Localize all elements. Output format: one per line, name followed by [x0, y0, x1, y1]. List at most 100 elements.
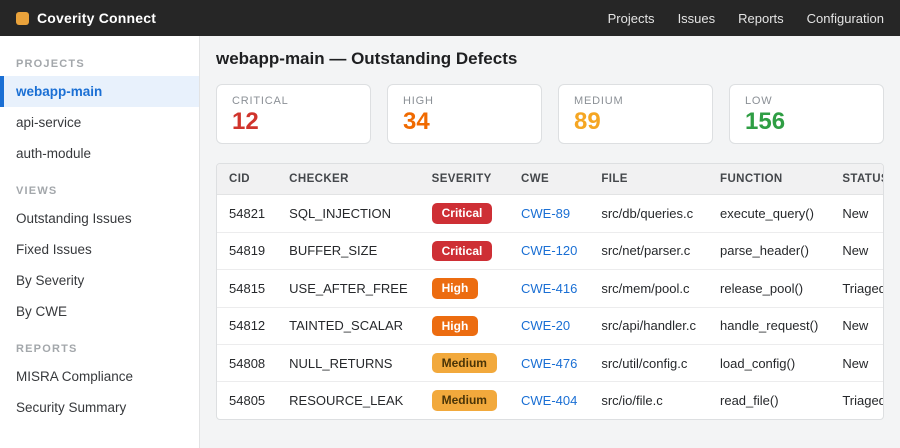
cell-cid: 54805 [229, 393, 266, 409]
sidebar-item-security-summary[interactable]: Security Summary [0, 392, 199, 423]
cell-severity: High [419, 269, 509, 308]
table-row[interactable]: 54812 TAINTED_SCALAR High CWE-20 src/api/han… [217, 307, 883, 345]
cell-function: parse_header() [708, 232, 831, 271]
sidebar-item-misra-compliance[interactable]: MISRA Compliance [0, 361, 199, 392]
sidebar-section-title-views: VIEWS [16, 185, 58, 197]
stat-card-critical: CRITICAL 12 [216, 84, 371, 145]
sidebar-item-fixed-issues[interactable]: Fixed Issues [0, 234, 199, 265]
table-row[interactable]: 54805 RESOURCE_LEAK Medium CWE-404 src/io/fi… [217, 382, 884, 419]
stat-value: 12 [232, 108, 259, 135]
cell-file: src/util/config.c [589, 344, 709, 383]
cell-cwe: CWE-89 [508, 194, 590, 233]
defects-table-wrap: CIDCHECKERSEVERITYCWEFILEFUNCTIONSTATUS … [216, 163, 884, 420]
cwe-link[interactable]: CWE-416 [521, 281, 577, 296]
cell-cwe: CWE-404 [509, 382, 589, 419]
stat-cards: CRITICAL 12 HIGH 34 MEDIUM 89 LOW 156 [216, 84, 884, 145]
cell-status: Triaged [830, 269, 883, 308]
cell-cid: 54821 [217, 194, 278, 233]
sidebar-section-title-reports: REPORTS [16, 343, 78, 355]
cell-severity: Medium [420, 382, 509, 419]
cell-file: src/io/file.c [601, 393, 663, 409]
cell-cwe: CWE-476 [508, 344, 590, 383]
cell-checker: TAINTED_SCALAR [277, 307, 420, 345]
table-row[interactable]: 54819 BUFFER_SIZE Critical CWE-120 src/net/p… [217, 232, 883, 271]
cell-severity: Critical [419, 232, 509, 271]
cell-checker: SQL_INJECTION [277, 194, 420, 233]
defects-table: CIDCHECKERSEVERITYCWEFILEFUNCTIONSTATUS … [217, 164, 884, 419]
cwe-link[interactable]: CWE-20 [521, 318, 570, 333]
cell-cid: 54812 [217, 307, 278, 345]
cell-status: New [830, 232, 883, 271]
sidebar-section-views: VIEWS Outstanding Issues Fixed Issues By Se… [0, 177, 199, 327]
sidebar-item-api-service[interactable]: api-service [0, 107, 199, 138]
table-row[interactable]: 54821 SQL_INJECTION Critical CWE-89 src/db/q… [217, 194, 883, 233]
sidebar-item-by-severity[interactable]: By Severity [0, 265, 199, 296]
cell-severity: Medium [419, 344, 509, 383]
sidebar: PROJECTS webapp-main api-service auth-modul… [0, 36, 200, 448]
cell-function: execute_query() [708, 194, 831, 233]
cell-checker: NULL_RETURNS [277, 344, 420, 383]
sidebar-item-by-cwe[interactable]: By CWE [0, 296, 199, 327]
stat-value: 156 [745, 108, 786, 135]
brand-name: Coverity Connect [37, 10, 157, 26]
stat-label: MEDIUM [574, 95, 624, 107]
stat-card-high: HIGH 34 [387, 84, 542, 145]
topnav-item-configuration[interactable]: Configuration [807, 11, 884, 26]
topbar: Coverity Connect Projects Issues Reports Co… [0, 0, 900, 36]
main-content: webapp-main — Outstanding Defects CRITIC… [200, 36, 900, 448]
stat-card-low: LOW 156 [729, 84, 884, 145]
header-row: CIDCHECKERSEVERITYCWEFILEFUNCTIONSTATUS [217, 164, 883, 196]
severity-badge: Critical [431, 203, 493, 224]
cwe-link[interactable]: CWE-89 [521, 206, 570, 221]
severity-badge: High [431, 315, 479, 336]
cell-function: release_pool() [708, 269, 831, 308]
table-row[interactable]: 54808 NULL_RETURNS Medium CWE-476 src/util/c… [217, 344, 883, 383]
cell-status: New [830, 307, 883, 345]
cell-checker: BUFFER_SIZE [277, 232, 420, 271]
cwe-link[interactable]: CWE-404 [521, 393, 577, 408]
topnav-item-reports[interactable]: Reports [738, 11, 784, 26]
cell-status: Triaged [842, 393, 884, 409]
cell-status: New [830, 194, 883, 233]
cell-cid: 54808 [217, 344, 278, 383]
brand: Coverity Connect [16, 10, 156, 26]
stat-value: 34 [403, 108, 430, 135]
column-header-cid: CID [217, 164, 278, 196]
cell-cwe: CWE-416 [508, 269, 590, 308]
column-header-severity: SEVERITY [419, 164, 509, 196]
severity-badge: Medium [431, 352, 497, 374]
cell-function: handle_request() [708, 307, 831, 345]
cell-function: load_config() [708, 344, 831, 383]
severity-badge: Critical [431, 240, 493, 262]
sidebar-item-webapp-main[interactable]: webapp-main [0, 76, 199, 107]
stat-value: 89 [574, 108, 601, 135]
sidebar-item-outstanding-issues[interactable]: Outstanding Issues [0, 203, 199, 234]
cwe-link[interactable]: CWE-476 [521, 356, 577, 371]
stat-label: HIGH [403, 95, 434, 107]
layout: PROJECTS webapp-main api-service auth-modul… [0, 36, 900, 448]
defects-table-head: CIDCHECKERSEVERITYCWEFILEFUNCTIONSTATUS [217, 164, 883, 196]
column-header-function: FUNCTION [708, 164, 831, 196]
sidebar-section-projects: PROJECTS webapp-main api-service auth-modul… [0, 50, 199, 169]
cell-checker: RESOURCE_LEAK [289, 393, 404, 409]
cell-cid: 54815 [217, 269, 278, 308]
sidebar-section-reports: REPORTS MISRA Compliance Security Summary [0, 335, 199, 423]
stat-label: LOW [745, 95, 773, 107]
stat-label: CRITICAL [232, 95, 289, 107]
sidebar-item-auth-module[interactable]: auth-module [0, 138, 199, 169]
cell-cid: 54819 [217, 232, 278, 271]
severity-badge: High [431, 278, 479, 299]
sidebar-section-title-projects: PROJECTS [16, 58, 85, 70]
topnav: Projects Issues Reports Configuration [608, 11, 884, 26]
severity-badge: Medium [431, 390, 497, 411]
cwe-link[interactable]: CWE-120 [521, 243, 577, 258]
topnav-item-projects[interactable]: Projects [608, 11, 655, 26]
topnav-item-issues[interactable]: Issues [678, 11, 716, 26]
cell-severity: High [419, 307, 509, 345]
defects-table-body: 54821 SQL_INJECTION Critical CWE-89 src/db/q… [217, 194, 884, 419]
cell-severity: Critical [419, 194, 509, 233]
cell-cwe: CWE-20 [508, 307, 590, 345]
brand-logo-icon [16, 11, 29, 25]
table-row[interactable]: 54815 USE_AFTER_FREE High CWE-416 src/mem/po… [217, 269, 883, 308]
column-header-file: FILE [589, 164, 709, 196]
